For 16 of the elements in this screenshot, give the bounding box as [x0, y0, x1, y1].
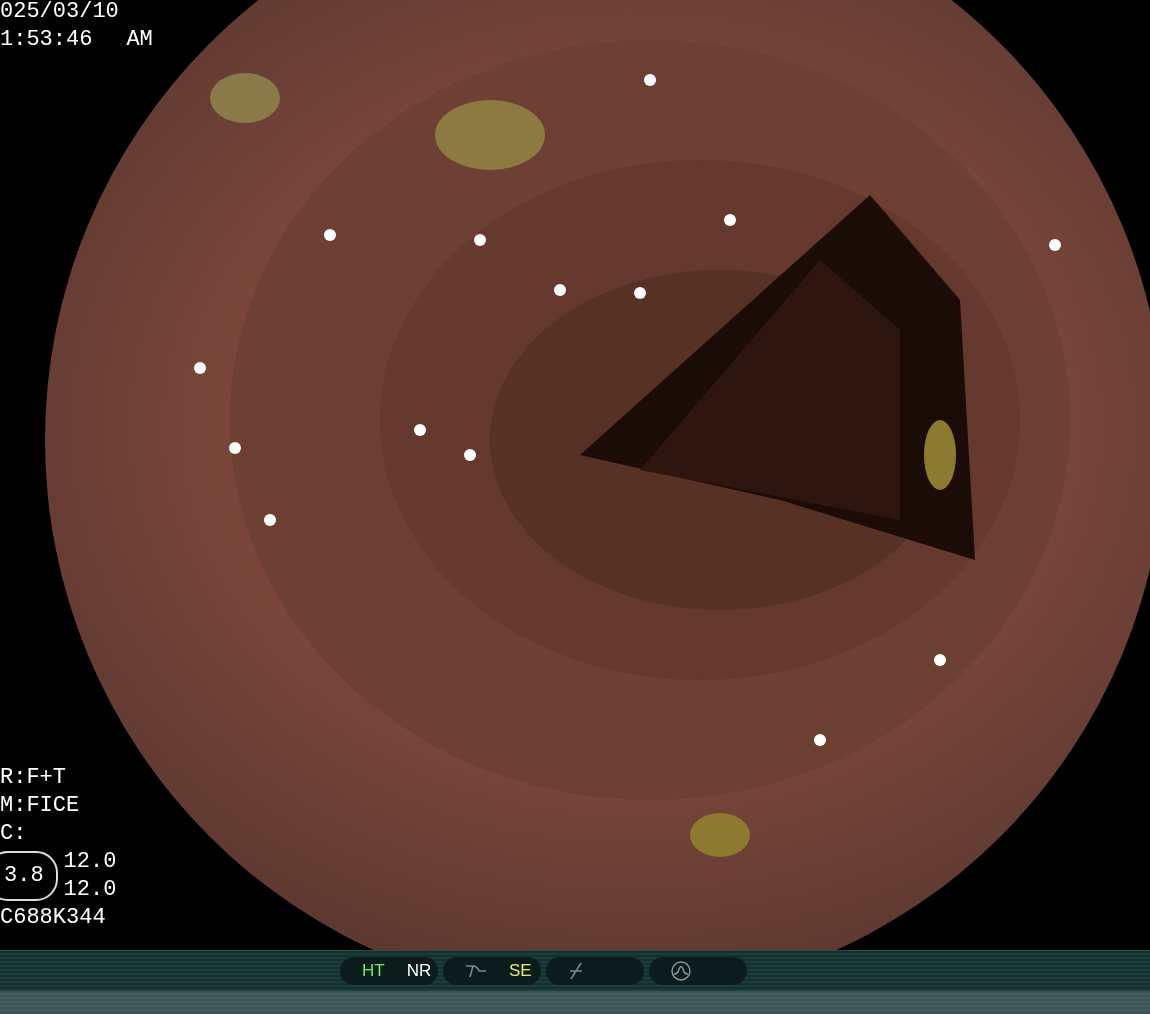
setting-text: C: [0, 820, 28, 848]
status-label: NR [406, 961, 432, 981]
reading-text: 12.0 [63, 848, 117, 876]
curve-icon [465, 963, 487, 979]
status-label: HT [362, 961, 385, 981]
value-badge: 3.8 [0, 851, 58, 901]
reading-text: 12.0 [63, 876, 117, 904]
setting-text: R:F+T [0, 764, 67, 792]
code-text: C688K344 [0, 904, 107, 932]
date-text: 025/03/10 [0, 0, 120, 26]
slash-icon [568, 962, 584, 980]
wave-icon [671, 961, 691, 981]
time-text: 1:53:46 [0, 26, 93, 54]
setting-text: M:FICE [0, 792, 81, 820]
status-label: SE [509, 961, 532, 981]
meridiem-text: AM [126, 26, 153, 54]
